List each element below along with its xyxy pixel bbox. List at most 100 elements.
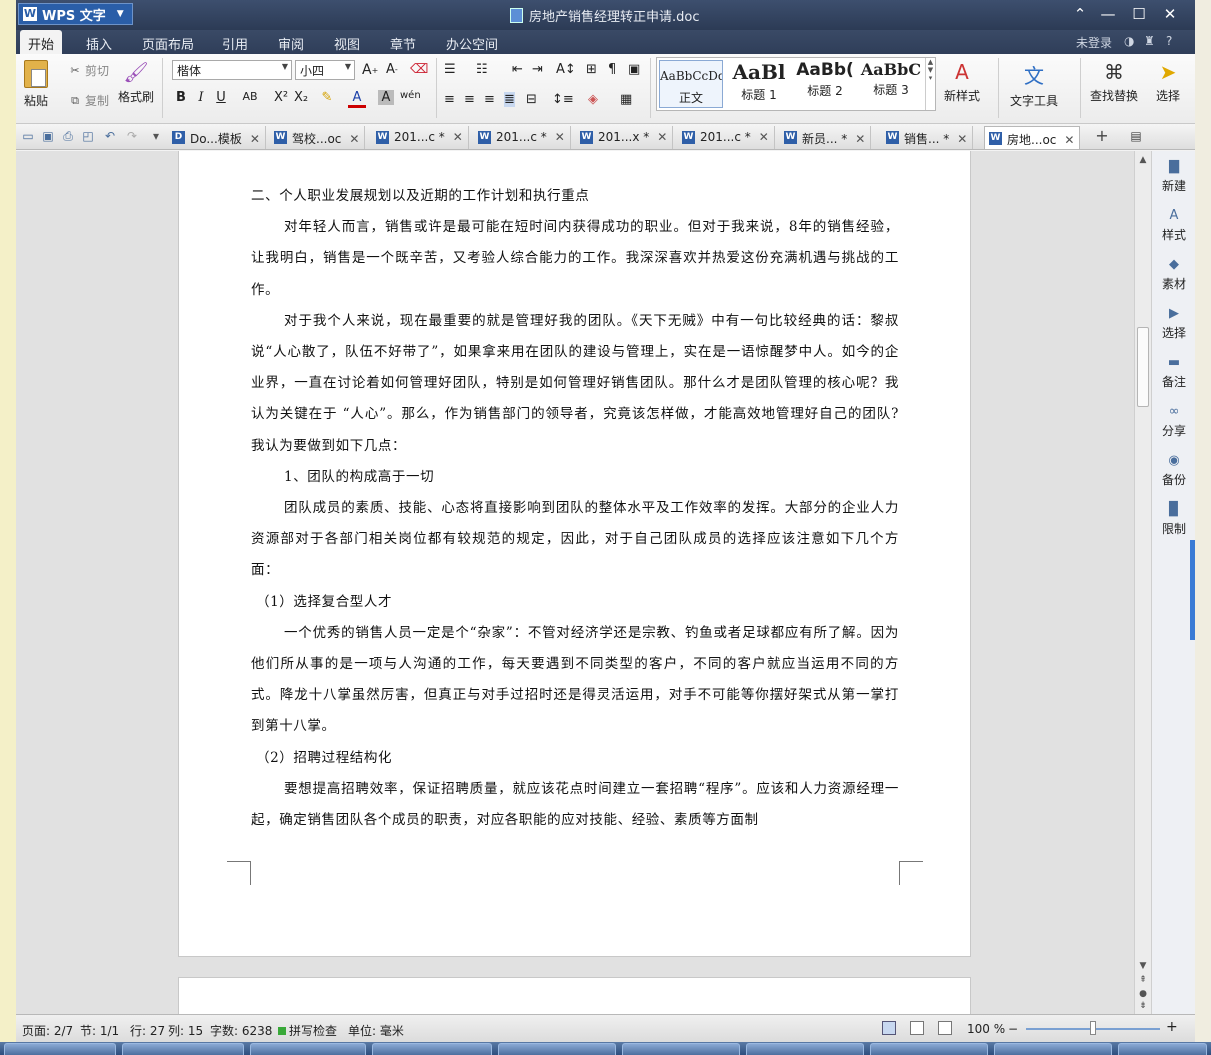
shirt-icon[interactable]: ♜ — [1144, 34, 1155, 48]
style-heading-3[interactable]: AaBbC 标题 3 — [859, 60, 923, 108]
taskbar-button[interactable] — [372, 1043, 492, 1055]
taskbar-button[interactable] — [122, 1043, 244, 1055]
taskbar-button[interactable] — [4, 1043, 116, 1055]
numbered-list-icon[interactable]: ☷ — [476, 62, 488, 77]
superscript-button[interactable]: X² — [272, 90, 290, 105]
taskbar-button[interactable] — [994, 1043, 1112, 1055]
taskbar-button[interactable] — [250, 1043, 366, 1055]
shading-icon[interactable]: ◈ — [588, 92, 598, 107]
document-page[interactable]: 二、个人职业发展规划以及近期的工作计划和执行重点 对年轻人而言，销售或许是最可能在… — [178, 151, 971, 957]
new-tab-icon[interactable]: + — [1094, 128, 1110, 144]
taskbar-button[interactable] — [498, 1043, 616, 1055]
sort-icon[interactable]: A↕ — [556, 62, 576, 77]
tab-insert[interactable]: 插入 — [78, 33, 120, 54]
taskbar-button[interactable] — [622, 1043, 740, 1055]
doc-tab[interactable]: W 201...c * ✕ — [372, 126, 469, 149]
doc-tab[interactable]: W 驾校...oc ✕ — [270, 126, 366, 149]
document-body[interactable]: 二、个人职业发展规划以及近期的工作计划和执行重点 对年轻人而言，销售或许是最可能在… — [251, 181, 899, 836]
scroll-down-icon[interactable]: ▼ — [1137, 961, 1149, 971]
help-button[interactable]: ? — [1166, 34, 1172, 48]
grow-font-button[interactable]: A + — [362, 62, 378, 78]
style-heading-1[interactable]: AaBl 标题 1 — [727, 60, 791, 108]
scroll-up-icon[interactable]: ▲ — [1137, 155, 1149, 165]
underline-button[interactable]: U — [212, 90, 230, 105]
font-size-field[interactable]: 小四 ▼ — [295, 60, 355, 80]
doc-tab-active[interactable]: W 房地...oc ✕ — [984, 126, 1081, 149]
taskbar-button[interactable] — [746, 1043, 864, 1055]
document-area[interactable]: 二、个人职业发展规划以及近期的工作计划和执行重点 对年轻人而言，销售或许是最可能在… — [16, 151, 1134, 1014]
align-right-icon[interactable]: ≡ — [484, 92, 495, 107]
align-center-icon[interactable]: ≡ — [464, 92, 475, 107]
customize-quick-access-icon[interactable]: ▾ — [148, 128, 164, 144]
task-comments[interactable]: ▬ 备注 — [1152, 355, 1195, 390]
task-share[interactable]: ∞ 分享 — [1152, 404, 1195, 439]
undo-icon[interactable]: ↶ — [102, 128, 118, 144]
line-spacing-icon[interactable]: ↕≡ — [552, 92, 574, 107]
cut-button[interactable]: ✂ 剪切 — [68, 62, 109, 79]
subscript-button[interactable]: X₂ — [292, 90, 310, 105]
increase-indent-icon[interactable]: ⇥ — [532, 62, 543, 77]
paragraph[interactable]: （2）招聘过程结构化 — [251, 743, 899, 774]
zoom-level[interactable]: 100 % — [967, 1022, 1005, 1036]
tab-references[interactable]: 引用 — [214, 33, 256, 54]
doc-tab[interactable]: D Do...模板 ✕ — [168, 126, 266, 149]
task-new[interactable]: ▇ 新建 — [1152, 159, 1195, 194]
task-styles[interactable]: A 样式 — [1152, 208, 1195, 243]
spell-check[interactable]: 拼写检查 — [278, 1022, 337, 1039]
close-tab-icon[interactable]: ✕ — [855, 132, 865, 146]
find-replace-button[interactable]: ⌘ 查找替换 — [1090, 60, 1138, 104]
skin-icon[interactable]: ◑ — [1124, 34, 1134, 48]
task-materials[interactable]: ◆ 素材 — [1152, 257, 1195, 292]
font-name-field[interactable]: 楷体 ▼ — [172, 60, 292, 80]
taskbar-button[interactable] — [870, 1043, 988, 1055]
italic-button[interactable]: I — [192, 90, 210, 105]
clear-format-icon[interactable]: ⌫ — [410, 62, 428, 77]
open-folder-icon[interactable]: ▭ — [20, 128, 36, 144]
gallery-scroll[interactable]: ▲ ▼ ▾ — [925, 58, 935, 110]
doc-tab[interactable]: W 201...c * ✕ — [678, 126, 775, 149]
save-icon[interactable]: ▣ — [40, 128, 56, 144]
text-tools-button[interactable]: 文 文字工具 — [1010, 60, 1058, 109]
vertical-scrollbar[interactable]: ▲ ▼ ⇞ ● ⇟ — [1134, 151, 1151, 1014]
paragraph[interactable]: 二、个人职业发展规划以及近期的工作计划和执行重点 — [251, 181, 899, 212]
doc-tab[interactable]: W 新员... * ✕ — [780, 126, 872, 149]
show-marks-icon[interactable]: ¶ — [608, 62, 616, 77]
task-select[interactable]: ▶ 选择 — [1152, 306, 1195, 341]
tab-chapter[interactable]: 章节 — [382, 33, 424, 54]
justify-icon[interactable]: ≣ — [504, 92, 515, 107]
next-page-icon[interactable]: ⇟ — [1137, 1001, 1149, 1011]
close-tab-icon[interactable]: ✕ — [657, 130, 667, 144]
table-grid-icon[interactable]: ⊞ — [586, 62, 597, 77]
paste-button[interactable]: 粘贴 — [24, 60, 48, 109]
select-button[interactable]: ➤ 选择 — [1156, 60, 1180, 104]
app-menu-button[interactable]: W WPS 文字 ▼ — [18, 3, 133, 25]
tab-page-layout[interactable]: 页面布局 — [134, 33, 202, 54]
zoom-out-button[interactable]: − — [1008, 1022, 1018, 1036]
outline-view-icon[interactable] — [910, 1021, 924, 1035]
login-status[interactable]: 未登录 — [1076, 34, 1112, 51]
tab-view[interactable]: 视图 — [326, 33, 368, 54]
unit-indicator[interactable]: 单位: 毫米 — [348, 1022, 404, 1039]
close-tab-icon[interactable]: ✕ — [957, 132, 967, 146]
taskbar-button[interactable] — [1118, 1043, 1207, 1055]
align-left-icon[interactable]: ≡ — [444, 92, 455, 107]
maximize-button[interactable]: ☐ — [1126, 5, 1152, 23]
borders-icon[interactable]: ▦ — [620, 92, 632, 107]
scroll-thumb[interactable] — [1137, 327, 1149, 407]
paragraph[interactable]: 一个优秀的销售人员一定是个“杂家”：不管对经济学还是宗教、钓鱼或者足球都应有所了… — [251, 618, 899, 743]
tab-office-space[interactable]: 办公空间 — [438, 33, 506, 54]
panel-expand-tab[interactable] — [1190, 540, 1195, 640]
style-normal[interactable]: AaBbCcDd 正文 — [659, 60, 723, 108]
task-backup[interactable]: ◉ 备份 — [1152, 453, 1195, 488]
shrink-font-button[interactable]: A- — [386, 62, 398, 77]
distribute-icon[interactable]: ⊟ — [526, 92, 537, 107]
prev-page-icon[interactable]: ⇞ — [1137, 975, 1149, 985]
page-view-icon[interactable] — [882, 1021, 896, 1035]
web-view-icon[interactable] — [938, 1021, 952, 1035]
tab-list-icon[interactable]: ▤ — [1128, 128, 1144, 144]
bullet-list-icon[interactable]: ☰ — [444, 62, 456, 77]
ribbon-collapse-button[interactable]: ⌃ — [1067, 5, 1093, 23]
close-tab-icon[interactable]: ✕ — [555, 130, 565, 144]
doc-tab[interactable]: W 销售... * ✕ — [882, 126, 974, 149]
paragraph[interactable]: 对年轻人而言，销售或许是最可能在短时间内获得成功的职业。但对于我来说，8年的销售… — [251, 212, 899, 306]
